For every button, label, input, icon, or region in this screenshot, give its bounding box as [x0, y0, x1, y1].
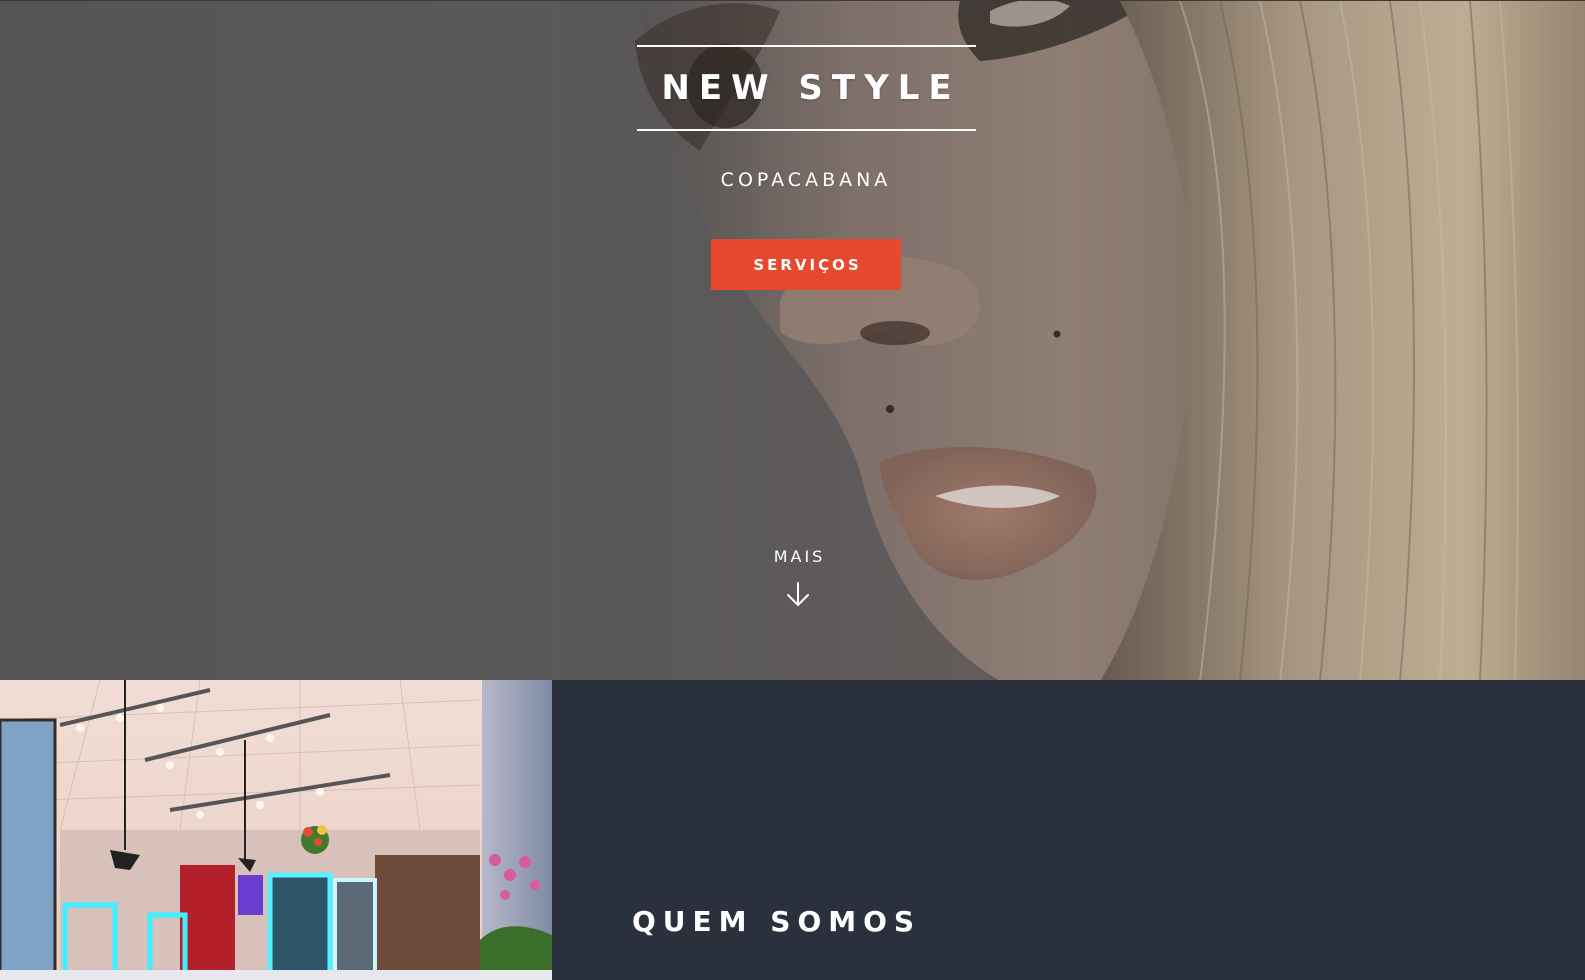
arrow-down-icon: [787, 582, 809, 606]
services-button[interactable]: SERVIÇOS: [711, 239, 901, 290]
site-subtitle: COPACABANA: [720, 169, 892, 191]
more-link[interactable]: MAIS: [748, 547, 848, 608]
site-title: NEW STYLE: [661, 68, 961, 108]
hero-content: NEW STYLE COPACABANA SERVIÇOS MAIS: [0, 1, 1585, 680]
hero-section: NEW STYLE COPACABANA SERVIÇOS MAIS: [0, 0, 1585, 680]
title-frame: NEW STYLE: [637, 45, 976, 131]
page: NEW STYLE COPACABANA SERVIÇOS MAIS QUEM …: [0, 0, 1585, 980]
about-section: QUEM SOMOS: [0, 680, 1585, 980]
salon-interior-photo: [0, 680, 552, 980]
more-label: MAIS: [773, 547, 826, 566]
about-heading: QUEM SOMOS: [632, 905, 922, 938]
